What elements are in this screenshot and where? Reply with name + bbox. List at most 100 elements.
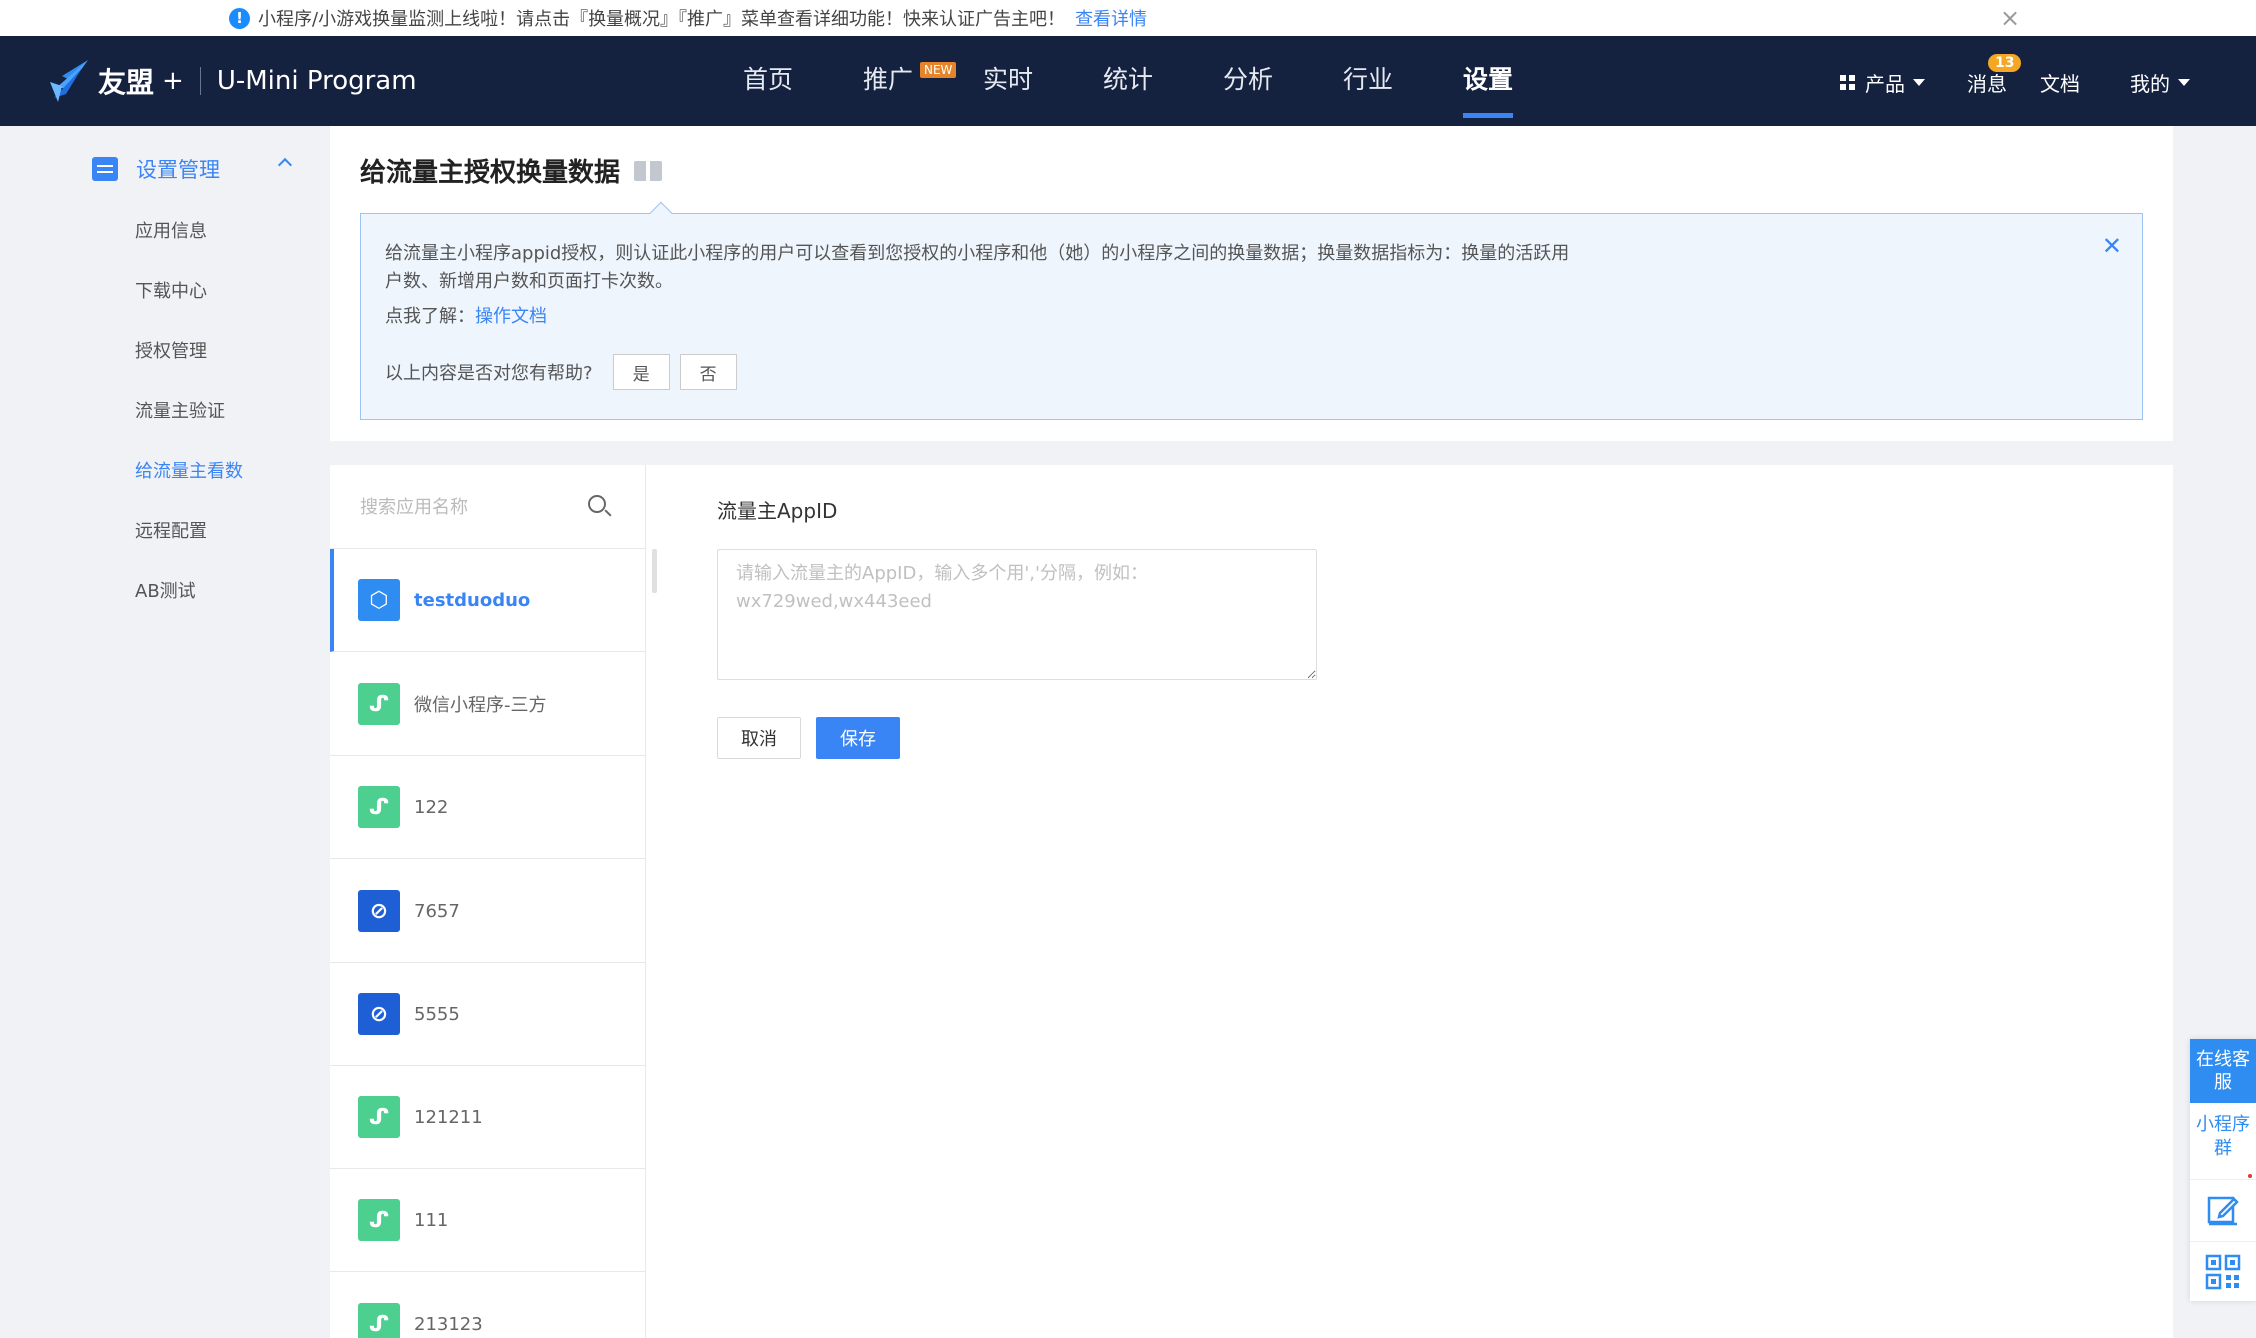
- wechat-mini-program-icon: ᔑ: [358, 1096, 400, 1138]
- nav-settings[interactable]: 设置: [1463, 60, 1514, 118]
- operation-doc-link[interactable]: 操作文档: [475, 306, 547, 327]
- app-search-input[interactable]: [360, 489, 580, 525]
- active-nav-underline: [1463, 113, 1514, 118]
- page-title: 给流量主授权换量数据: [360, 152, 663, 189]
- app-name: testduoduo: [414, 589, 531, 611]
- feedback-edit-icon[interactable]: [2190, 1179, 2256, 1239]
- cancel-button[interactable]: 取消: [717, 717, 801, 759]
- help-panel: 给流量主小程序appid授权，则认证此小程序的用户可以查看到您授权的小程序和他（…: [360, 201, 2143, 420]
- sidebar-item-ab-test[interactable]: AB测试: [135, 577, 196, 603]
- app-name: 7657: [414, 900, 460, 922]
- notification-dot: [2248, 1174, 2252, 1178]
- logo[interactable]: 友盟 + U-Mini Program: [48, 58, 417, 104]
- info-icon: !: [229, 7, 250, 29]
- appid-textarea[interactable]: [717, 549, 1317, 680]
- umeng-logo-icon: [50, 60, 88, 102]
- sidebar-item-remote-config[interactable]: 远程配置: [135, 517, 207, 543]
- account-menu[interactable]: 我的: [2130, 68, 2190, 97]
- product-name: U-Mini Program: [216, 66, 417, 96]
- app-name: 111: [414, 1209, 449, 1231]
- sidebar-section-label: 设置管理: [136, 158, 220, 182]
- nav-analysis[interactable]: 分析: [1223, 60, 1273, 96]
- book-icon[interactable]: [634, 160, 663, 181]
- wechat-mini-program-icon: ᔑ: [358, 1199, 400, 1241]
- notice-details-link[interactable]: 查看详情: [1075, 5, 1147, 31]
- nav-industry[interactable]: 行业: [1343, 60, 1393, 96]
- messages-link[interactable]: 消息: [1967, 68, 2007, 97]
- caret-down-icon: [2178, 79, 2190, 86]
- chevron-up-icon: [277, 157, 293, 173]
- app-list-item[interactable]: ⬡ testduoduo: [330, 549, 645, 652]
- app-list-item[interactable]: ⊘ 7657: [330, 860, 645, 963]
- search-icon[interactable]: [588, 495, 606, 513]
- app-list-scrollbar[interactable]: [652, 549, 657, 593]
- sidebar-item-download-center[interactable]: 下载中心: [135, 277, 207, 303]
- nav-statistics[interactable]: 统计: [1103, 60, 1153, 96]
- sidebar-item-auth-management[interactable]: 授权管理: [135, 337, 207, 363]
- close-icon[interactable]: ✕: [2102, 232, 2122, 260]
- main-card: ⬡ testduoduo ᔑ 微信小程序-三方 ᔑ 122 ⊘ 7657 ⊘ 5…: [330, 465, 2173, 1338]
- nav-realtime[interactable]: 实时: [983, 60, 1033, 96]
- logo-divider: [199, 67, 201, 95]
- qrcode-icon[interactable]: [2190, 1241, 2256, 1301]
- feedback-no-button[interactable]: 否: [679, 354, 737, 390]
- app-list: ⬡ testduoduo ᔑ 微信小程序-三方 ᔑ 122 ⊘ 7657 ⊘ 5…: [330, 465, 646, 1338]
- messages-badge: 13: [1988, 54, 2022, 72]
- app-search: [330, 465, 645, 549]
- wechat-mini-program-icon: ᔑ: [358, 683, 400, 725]
- app-name: 微信小程序-三方: [414, 695, 547, 716]
- mini-program-icon: ⬡: [358, 579, 400, 621]
- app-list-item[interactable]: ⊘ 5555: [330, 963, 645, 1066]
- top-header: 友盟 + U-Mini Program 首页 推广 NEW 实时 统计 分析 行…: [0, 36, 2256, 126]
- feedback-yes-button[interactable]: 是: [612, 354, 670, 390]
- sidebar-section-settings[interactable]: 设置管理: [92, 154, 293, 184]
- online-service-button[interactable]: 在线客服: [2190, 1039, 2256, 1103]
- sidebar: 设置管理 应用信息 下载中心 授权管理 流量主验证 给流量主看数 远程配置 AB…: [0, 126, 330, 1338]
- help-feedback-question: 以上内容是否对您有帮助?: [385, 363, 593, 384]
- notice-text: 小程序/小游戏换量监测上线啦！请点击『换量概况』『推广』菜单查看详细功能！快来认…: [258, 9, 1066, 30]
- new-badge: NEW: [920, 62, 957, 78]
- brand-plus: +: [162, 66, 184, 96]
- sidebar-item-publisher-data[interactable]: 给流量主看数: [135, 457, 243, 483]
- notice-bar: ! 小程序/小游戏换量监测上线啦！请点击『换量概况』『推广』菜单查看详细功能！快…: [0, 0, 2256, 36]
- app-name: 213123: [414, 1313, 483, 1335]
- mini-program-group-button[interactable]: 小程序群: [2190, 1105, 2256, 1169]
- sidebar-item-app-info[interactable]: 应用信息: [135, 217, 207, 243]
- docs-link[interactable]: 文档: [2040, 68, 2080, 97]
- app-list-item[interactable]: ᔑ 213123: [330, 1273, 645, 1338]
- help-learn-more: 点我了解：操作文档: [385, 302, 547, 328]
- edit-icon: [2207, 1196, 2239, 1225]
- mini-game-icon: ⊘: [358, 890, 400, 932]
- app-list-item[interactable]: ᔑ 122: [330, 756, 645, 859]
- page-title-text: 给流量主授权换量数据: [360, 158, 621, 188]
- caret-down-icon: [1913, 79, 1925, 86]
- help-learn-prefix: 点我了解：: [385, 306, 475, 327]
- help-text: 给流量主小程序appid授权，则认证此小程序的用户可以查看到您授权的小程序和他（…: [385, 243, 1570, 292]
- nav-promotion[interactable]: 推广: [863, 60, 913, 96]
- app-name: 122: [414, 796, 449, 818]
- help-feedback: 以上内容是否对您有帮助? 是 否: [385, 354, 737, 390]
- wechat-mini-program-icon: ᔑ: [358, 786, 400, 828]
- account-label: 我的: [2130, 72, 2170, 96]
- app-list-item[interactable]: ᔑ 微信小程序-三方: [330, 653, 645, 756]
- app-name: 121211: [414, 1106, 483, 1128]
- nav-home[interactable]: 首页: [743, 60, 793, 96]
- save-button[interactable]: 保存: [816, 717, 900, 759]
- wechat-mini-program-icon: ᔑ: [358, 1303, 400, 1338]
- mini-game-icon: ⊘: [358, 993, 400, 1035]
- app-name: 5555: [414, 1003, 460, 1025]
- nav-settings-label: 设置: [1463, 65, 1514, 94]
- settings-sliders-icon: [92, 157, 118, 181]
- appid-label: 流量主AppID: [717, 499, 838, 523]
- sidebar-item-publisher-verification[interactable]: 流量主验证: [135, 397, 225, 423]
- page-header-card: 给流量主授权换量数据 给流量主小程序appid授权，则认证此小程序的用户可以查看…: [330, 126, 2173, 441]
- grid-icon: [1840, 75, 1855, 90]
- help-pointer: [649, 201, 673, 225]
- products-label: 产品: [1865, 72, 1905, 96]
- products-menu[interactable]: 产品: [1840, 68, 1925, 97]
- close-icon[interactable]: ×: [2000, 4, 2020, 32]
- app-list-item[interactable]: ᔑ 111: [330, 1169, 645, 1272]
- app-list-item[interactable]: ᔑ 121211: [330, 1066, 645, 1169]
- qr-code-icon: [2205, 1254, 2241, 1289]
- floating-service-panel: 在线客服 小程序群: [2190, 1039, 2256, 1301]
